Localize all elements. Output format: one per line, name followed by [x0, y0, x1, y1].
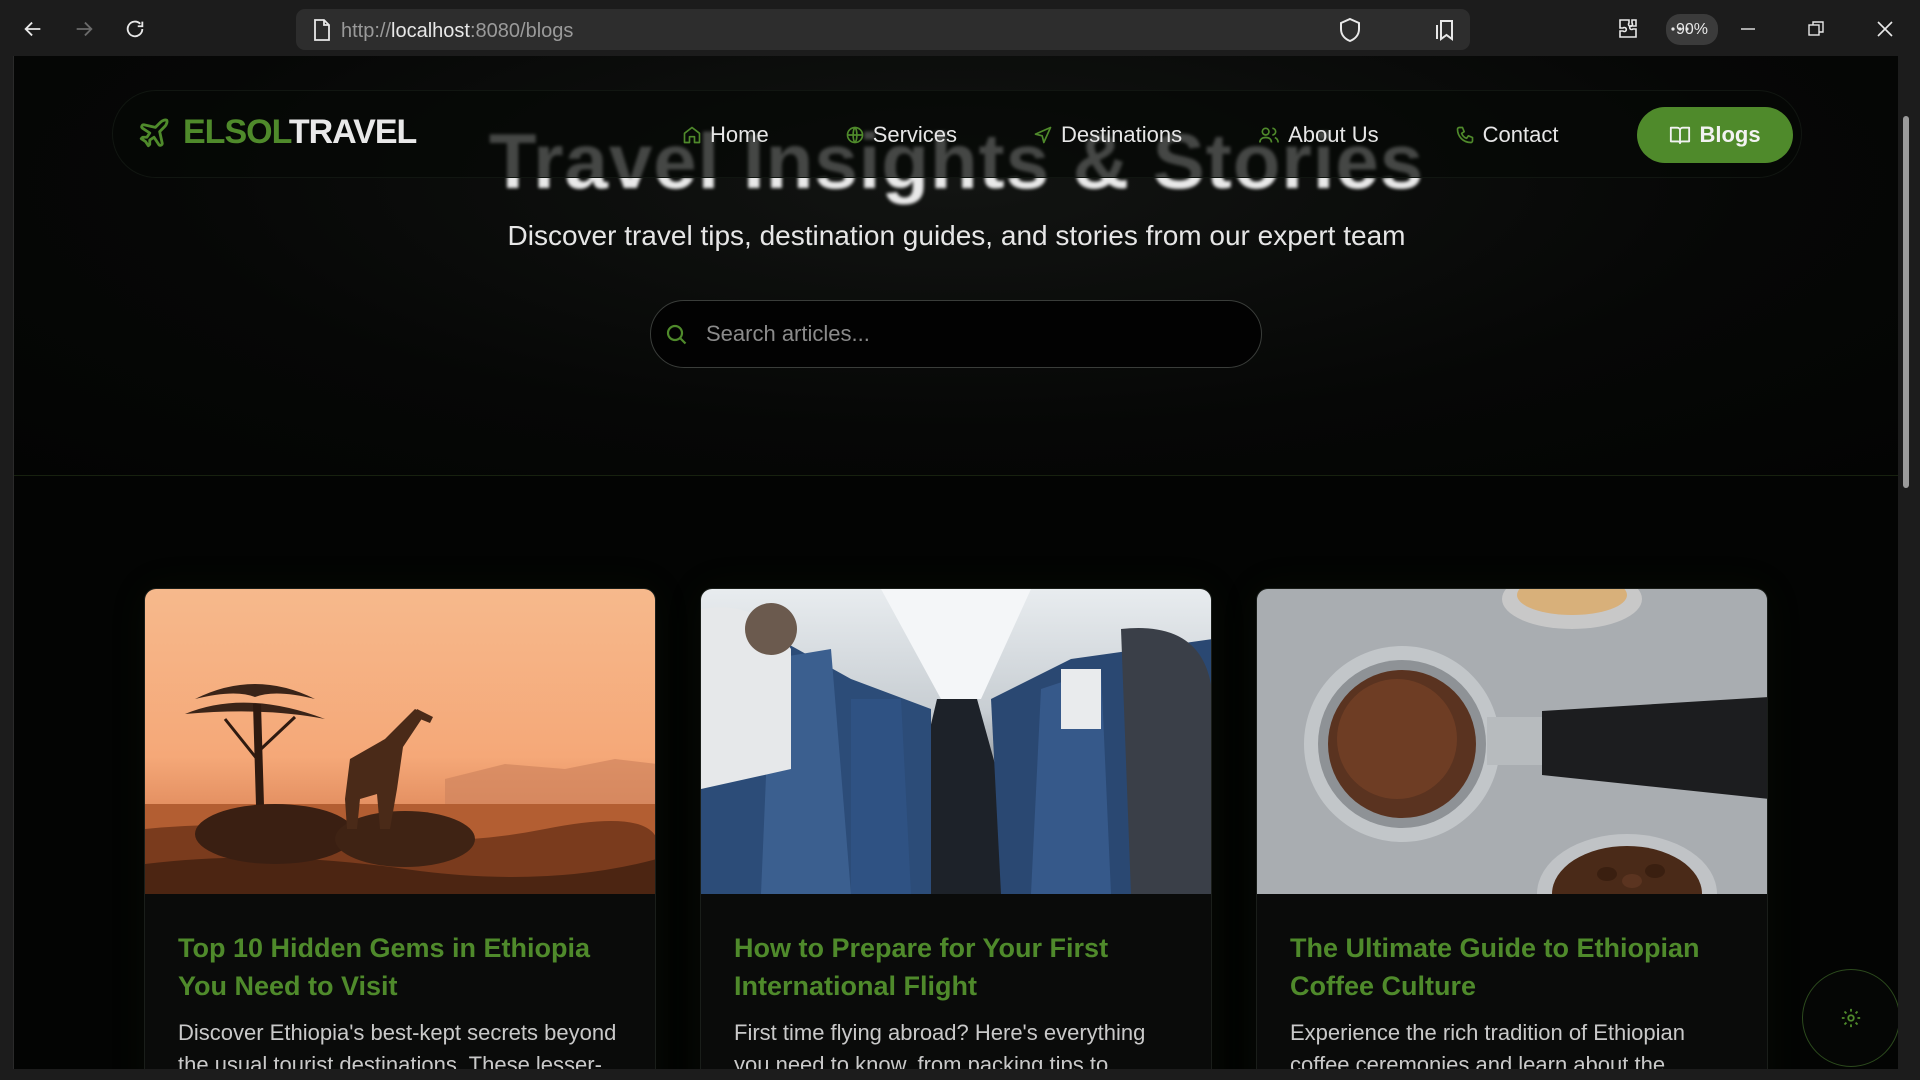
- nav-item-destinations[interactable]: Destinations: [1033, 122, 1182, 148]
- page-viewport: Travel Insights & Stories Discover trave…: [13, 56, 1898, 1069]
- hero-subtitle: Discover travel tips, destination guides…: [507, 220, 1406, 251]
- post-image-coffee: [1257, 589, 1767, 894]
- main-navbar: ELSOLTRAVEL Home Services Destinations A…: [112, 90, 1802, 178]
- brand-logo[interactable]: ELSOLTRAVEL: [137, 113, 417, 152]
- book-open-icon: [1670, 126, 1691, 145]
- nav-item-label: About Us: [1288, 122, 1379, 147]
- nav-item-blogs[interactable]: Blogs: [1637, 107, 1793, 163]
- reading-list-icon[interactable]: [1434, 17, 1458, 43]
- restore-icon: [1808, 21, 1824, 36]
- more-menu-button[interactable]: [1663, 12, 1697, 46]
- shield-icon[interactable]: [1338, 17, 1362, 43]
- search-icon: [666, 324, 687, 345]
- post-title[interactable]: The Ultimate Guide to Ethiopian Coffee C…: [1290, 929, 1740, 1005]
- blog-card[interactable]: The Ultimate Guide to Ethiopian Coffee C…: [1256, 588, 1768, 1069]
- blog-card[interactable]: Top 10 Hidden Gems in Ethiopia You Need …: [144, 588, 656, 1069]
- nav-item-contact[interactable]: Contact: [1455, 122, 1559, 148]
- post-title[interactable]: How to Prepare for Your First Internatio…: [734, 929, 1184, 1005]
- navigation-icon: [1034, 126, 1052, 144]
- nav-item-services[interactable]: Services: [845, 122, 957, 148]
- url-text: http://localhost:8080/blogs: [341, 20, 574, 42]
- brand-name-part1: ELSOL: [183, 113, 290, 151]
- search-box[interactable]: [650, 300, 1262, 368]
- page-scrollbar[interactable]: [1898, 56, 1920, 1069]
- arrow-left-icon: [24, 21, 41, 37]
- nav-links: Home Services Destinations About Us Cont…: [682, 91, 1558, 179]
- minimize-icon: [1741, 28, 1755, 30]
- post-image-airplane-cabin: [701, 589, 1211, 894]
- puzzle-icon: [1619, 19, 1637, 38]
- close-window-button[interactable]: [1868, 12, 1902, 46]
- arrow-right-icon: [76, 21, 93, 37]
- blog-post-grid: Top 10 Hidden Gems in Ethiopia You Need …: [144, 588, 1774, 1069]
- forward-button[interactable]: [67, 12, 101, 46]
- users-icon: [1259, 127, 1280, 143]
- post-excerpt: First time flying abroad? Here's everyth…: [734, 1020, 1146, 1069]
- restore-button[interactable]: [1799, 12, 1833, 46]
- browser-toolbar: http://localhost:8080/blogs 90%: [0, 0, 1920, 56]
- address-bar[interactable]: http://localhost:8080/blogs 90%: [296, 9, 1718, 50]
- home-icon: [683, 126, 701, 144]
- brand-name-part2: TRAVEL: [288, 113, 417, 151]
- post-excerpt: Experience the rich tradition of Ethiopi…: [1290, 1020, 1686, 1069]
- nav-item-label: Services: [872, 122, 958, 147]
- phone-icon: [1456, 126, 1473, 144]
- nav-item-label: Blogs: [1699, 122, 1761, 147]
- page-icon: [314, 19, 330, 41]
- window-bottom-edge: [0, 1069, 1920, 1080]
- reload-button[interactable]: [118, 12, 152, 46]
- minimize-button[interactable]: [1731, 12, 1765, 46]
- blog-card[interactable]: How to Prepare for Your First Internatio…: [700, 588, 1212, 1069]
- extensions-button[interactable]: [1611, 12, 1645, 46]
- nav-item-label: Destinations: [1061, 122, 1183, 147]
- back-button[interactable]: [16, 12, 50, 46]
- globe-icon: [846, 126, 864, 144]
- nav-item-about[interactable]: About Us: [1258, 122, 1379, 148]
- close-icon: [1877, 21, 1893, 37]
- nav-item-label: Home: [710, 122, 769, 147]
- post-title[interactable]: Top 10 Hidden Gems in Ethiopia You Need …: [178, 929, 628, 1005]
- nav-item-label: Contact: [1482, 122, 1559, 147]
- search-input[interactable]: [706, 315, 1226, 353]
- reload-icon: [126, 20, 144, 38]
- nav-item-home[interactable]: Home: [682, 122, 769, 148]
- post-image-giraffe: [145, 589, 655, 894]
- more-horizontal-icon: [1671, 27, 1689, 31]
- plane-icon: [139, 118, 169, 147]
- settings-button[interactable]: [1802, 969, 1898, 1067]
- scrollbar-thumb[interactable]: [1903, 116, 1909, 488]
- gear-icon: [1841, 1008, 1861, 1028]
- post-excerpt: Discover Ethiopia's best-kept secrets be…: [178, 1020, 617, 1069]
